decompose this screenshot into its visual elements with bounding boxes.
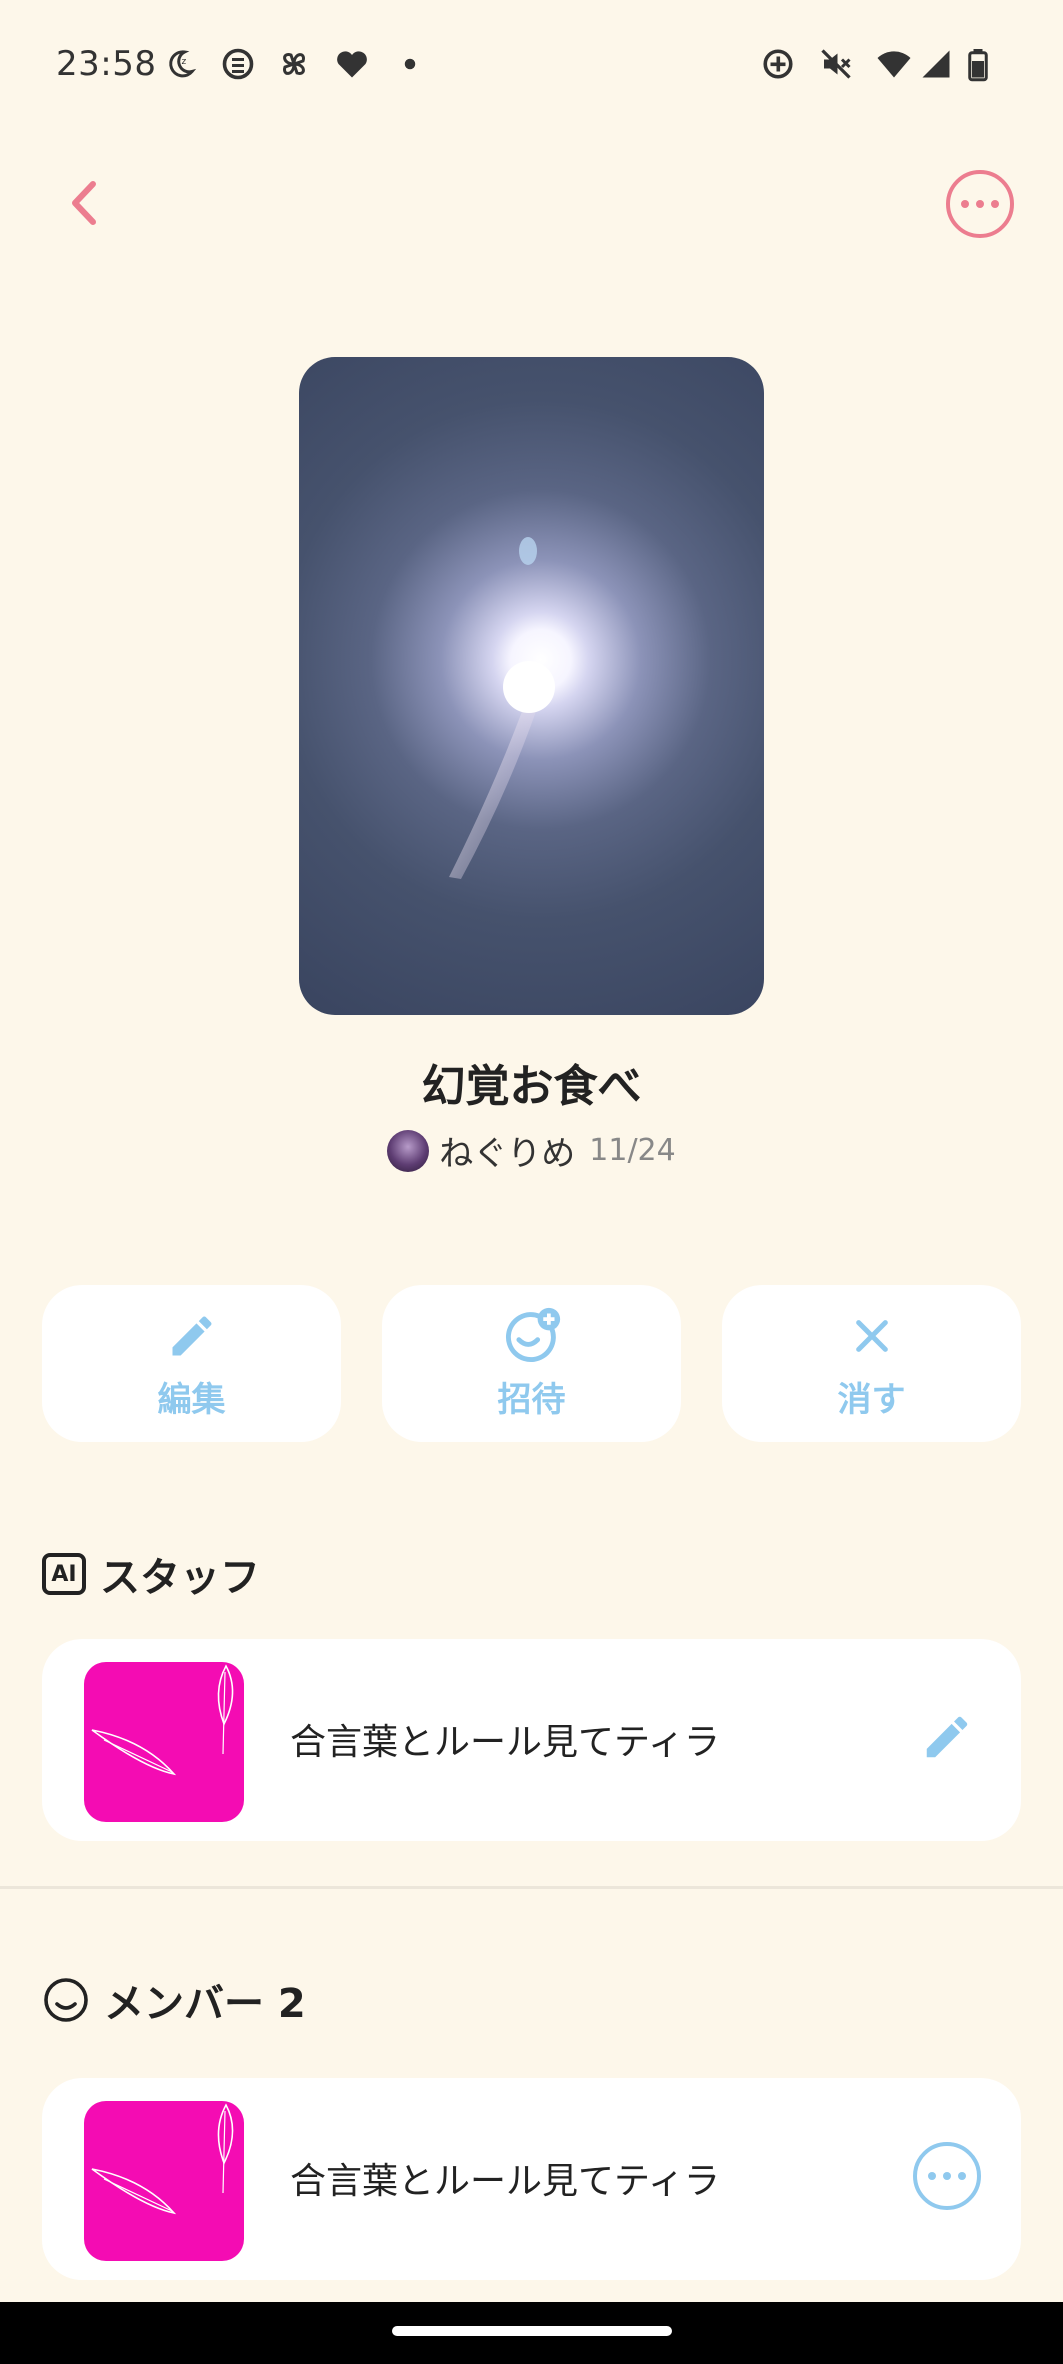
created-date: 11/24	[589, 1133, 676, 1168]
staff-name: 合言葉とルール見てティラ	[290, 1722, 720, 1763]
sync-icon	[760, 46, 796, 82]
chat-bubble-icon	[220, 46, 256, 82]
feather-icon	[91, 1664, 234, 1776]
more-dot	[961, 200, 969, 208]
staff-edit-button[interactable]	[913, 1703, 981, 1771]
back-button[interactable]	[50, 168, 120, 238]
room-title: 幻覚お食べ	[421, 1061, 642, 1112]
staff-section-title: スタッフ	[100, 1555, 260, 1601]
staff-thumbnail	[84, 1662, 244, 1822]
home-gesture-handle[interactable]	[392, 2326, 672, 2336]
status-time: 23:58	[56, 44, 157, 84]
dot-icon	[392, 46, 428, 82]
more-dot	[976, 200, 984, 208]
chevron-left-icon	[72, 181, 96, 225]
member-name: 合言葉とルール見てティラ	[290, 2161, 720, 2202]
mute-icon	[818, 46, 854, 82]
wifi-icon	[876, 46, 912, 82]
smile-icon	[44, 1978, 88, 2022]
ai-badge: AI	[42, 1553, 86, 1595]
owner-row[interactable]: ねぐりめ 11/24	[0, 1126, 1063, 1175]
member-section-header: メンバー 2	[42, 1971, 306, 2029]
pencil-icon	[926, 1716, 968, 1758]
more-dot	[991, 200, 999, 208]
moon-icon: z	[162, 46, 198, 82]
signal-icon	[918, 46, 954, 82]
feather-icon	[91, 2103, 234, 2215]
system-nav-bar	[0, 2302, 1063, 2364]
pencil-icon	[162, 1306, 222, 1366]
member-more-button[interactable]	[913, 2142, 981, 2210]
status-bar: 23:58 z	[0, 0, 1063, 130]
owner-name: ねぐりめ	[439, 1134, 576, 1174]
invite-face-icon	[502, 1306, 562, 1366]
delete-button[interactable]: 消す	[722, 1285, 1021, 1442]
room-cover-image[interactable]	[299, 357, 764, 1015]
member-section-title: メンバー 2	[104, 1981, 306, 2027]
member-item-card[interactable]: 合言葉とルール見てティラ	[42, 2078, 1021, 2280]
moon-photo	[449, 537, 555, 879]
section-divider	[0, 1886, 1063, 1889]
invite-button[interactable]: 招待	[382, 1285, 681, 1442]
member-thumbnail	[84, 2101, 244, 2261]
close-icon	[842, 1306, 902, 1366]
delete-label: 消す	[837, 1380, 906, 1420]
pinwheel-icon	[276, 46, 312, 82]
staff-section-header: AI スタッフ	[42, 1545, 260, 1603]
edit-label: 編集	[157, 1380, 226, 1420]
staff-item-card[interactable]: 合言葉とルール見てティラ	[42, 1639, 1021, 1841]
more-dot	[928, 2172, 936, 2180]
more-dot	[958, 2172, 966, 2180]
edit-button[interactable]: 編集	[42, 1285, 341, 1442]
avatar	[387, 1129, 430, 1172]
heart-icon	[334, 46, 370, 82]
invite-label: 招待	[497, 1380, 566, 1420]
svg-text:z: z	[182, 57, 187, 67]
battery-icon	[960, 46, 996, 82]
more-dot	[943, 2172, 951, 2180]
more-options-button[interactable]	[946, 170, 1014, 238]
